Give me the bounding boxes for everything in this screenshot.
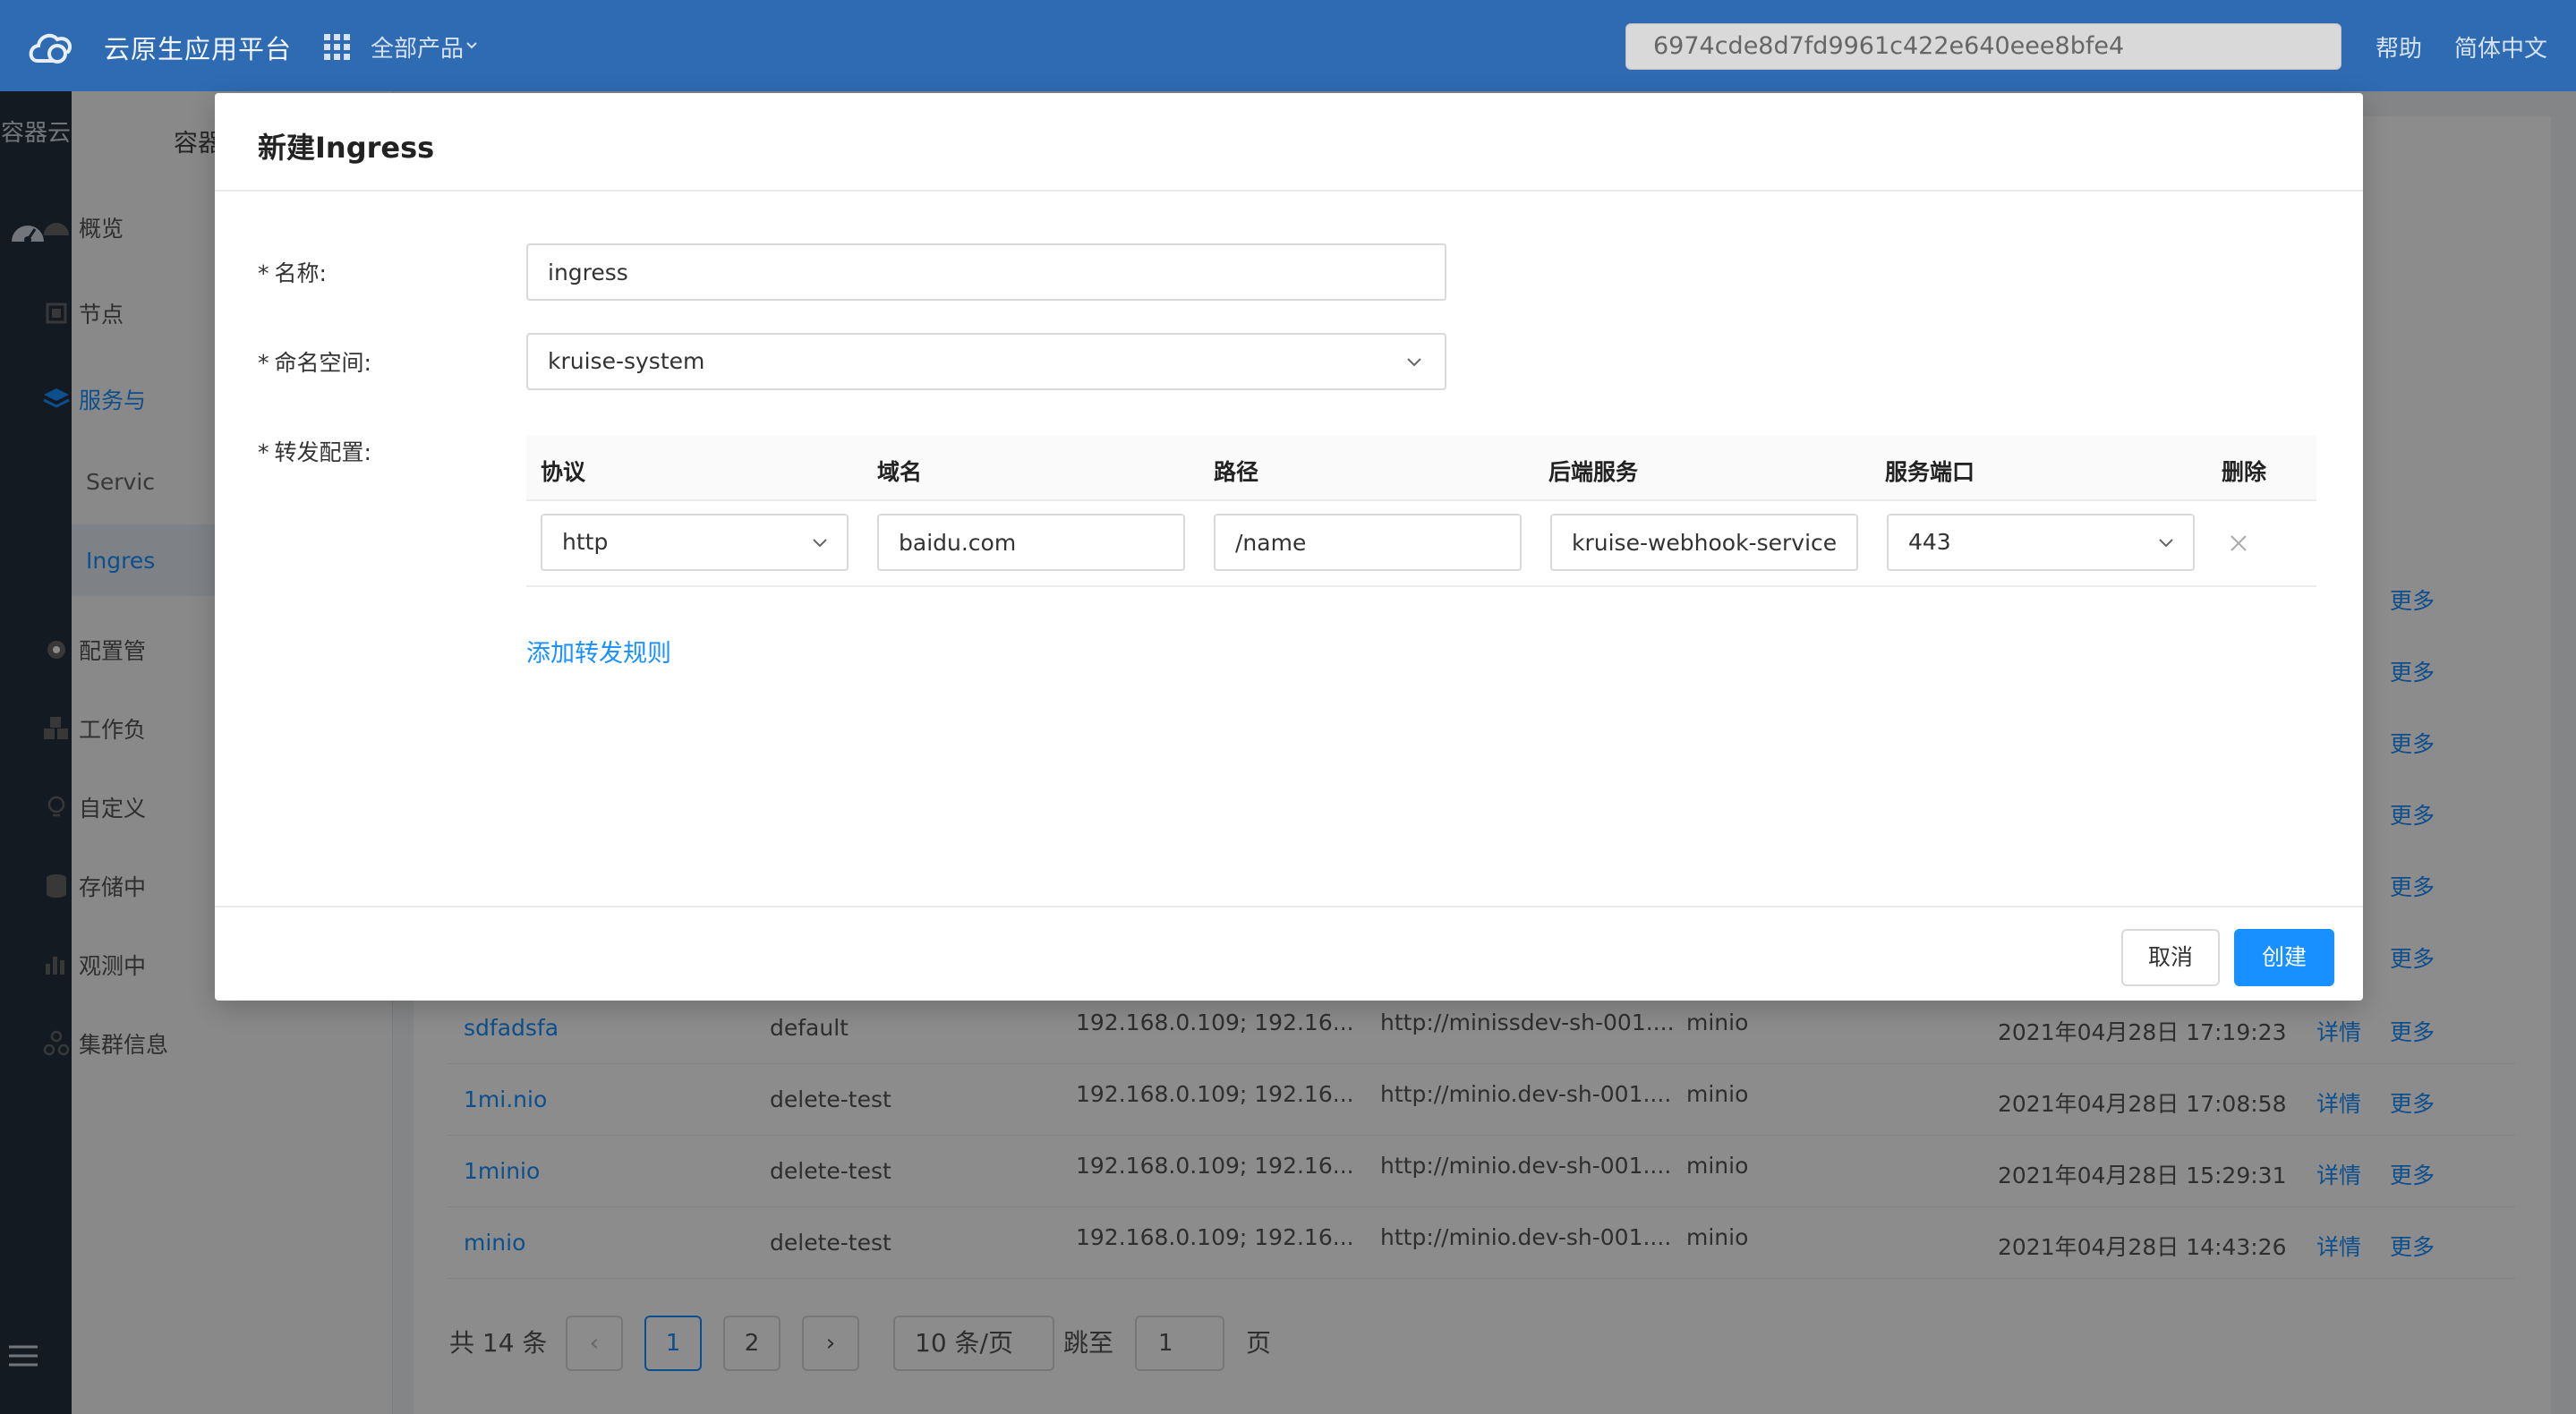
- namespace-select-value: kruise-system: [548, 348, 705, 374]
- create-ingress-dialog: 新建Ingress *名称: *命名空间: kruise-system *转发配…: [215, 93, 2363, 1001]
- dialog-footer-divider: [215, 906, 2363, 907]
- domain-input[interactable]: [877, 514, 1185, 571]
- column-domain: 域名: [877, 459, 923, 485]
- cancel-button[interactable]: 取消: [2121, 929, 2220, 986]
- chevron-down-icon: [1407, 358, 1421, 367]
- rule-row-divider: [526, 585, 2316, 587]
- grid-apps-icon[interactable]: [324, 34, 351, 61]
- cloud-logo-icon[interactable]: [25, 25, 77, 70]
- dialog-title: 新建Ingress: [258, 131, 435, 165]
- namespace-select[interactable]: kruise-system: [526, 333, 1446, 390]
- required-asterisk: *: [258, 350, 269, 376]
- required-asterisk: *: [258, 260, 269, 286]
- rules-table-header: 协议 域名 路径 后端服务 服务端口 删除: [526, 435, 2316, 501]
- top-header: 云原生应用平台 全部产品 6974cde8d7fd9961c422e640eee…: [0, 0, 2576, 91]
- delete-rule-icon[interactable]: [2229, 533, 2248, 553]
- name-field-label: * 名称:: [258, 256, 327, 288]
- dialog-header-divider: [215, 190, 2363, 192]
- column-backend: 后端服务: [1548, 459, 1639, 485]
- protocol-select[interactable]: http: [541, 514, 849, 571]
- name-input[interactable]: [526, 243, 1446, 301]
- help-link[interactable]: 帮助: [2376, 30, 2422, 64]
- chevron-down-icon: [466, 42, 477, 49]
- protocol-select-value: http: [562, 529, 609, 555]
- namespace-field-label: * 命名空间:: [258, 345, 371, 378]
- forward-label-text: 转发配置:: [274, 439, 371, 465]
- brand-title[interactable]: 云原生应用平台: [104, 29, 292, 66]
- backend-service-input[interactable]: [1550, 514, 1858, 571]
- all-products-menu[interactable]: 全部产品: [371, 30, 464, 64]
- language-switcher[interactable]: 简体中文: [2454, 30, 2547, 64]
- column-protocol: 协议: [541, 459, 586, 485]
- forward-config-label: * 转发配置:: [258, 435, 371, 467]
- path-input[interactable]: [1214, 514, 1522, 571]
- chevron-down-icon: [2159, 539, 2173, 548]
- chevron-down-icon: [813, 539, 827, 548]
- cluster-id-search-input[interactable]: 6974cde8d7fd9961c422e640eee8bfe4: [1625, 23, 2341, 70]
- namespace-label-text: 命名空间:: [274, 350, 371, 376]
- create-button[interactable]: 创建: [2234, 929, 2334, 986]
- name-label-text: 名称:: [274, 260, 327, 286]
- port-select-value: 443: [1908, 529, 1951, 555]
- required-asterisk: *: [258, 439, 269, 465]
- column-port: 服务端口: [1885, 459, 1975, 485]
- add-forward-rule-link[interactable]: 添加转发规则: [526, 634, 671, 669]
- column-path: 路径: [1214, 459, 1259, 485]
- port-select[interactable]: 443: [1887, 514, 2195, 571]
- column-delete: 删除: [2222, 459, 2267, 485]
